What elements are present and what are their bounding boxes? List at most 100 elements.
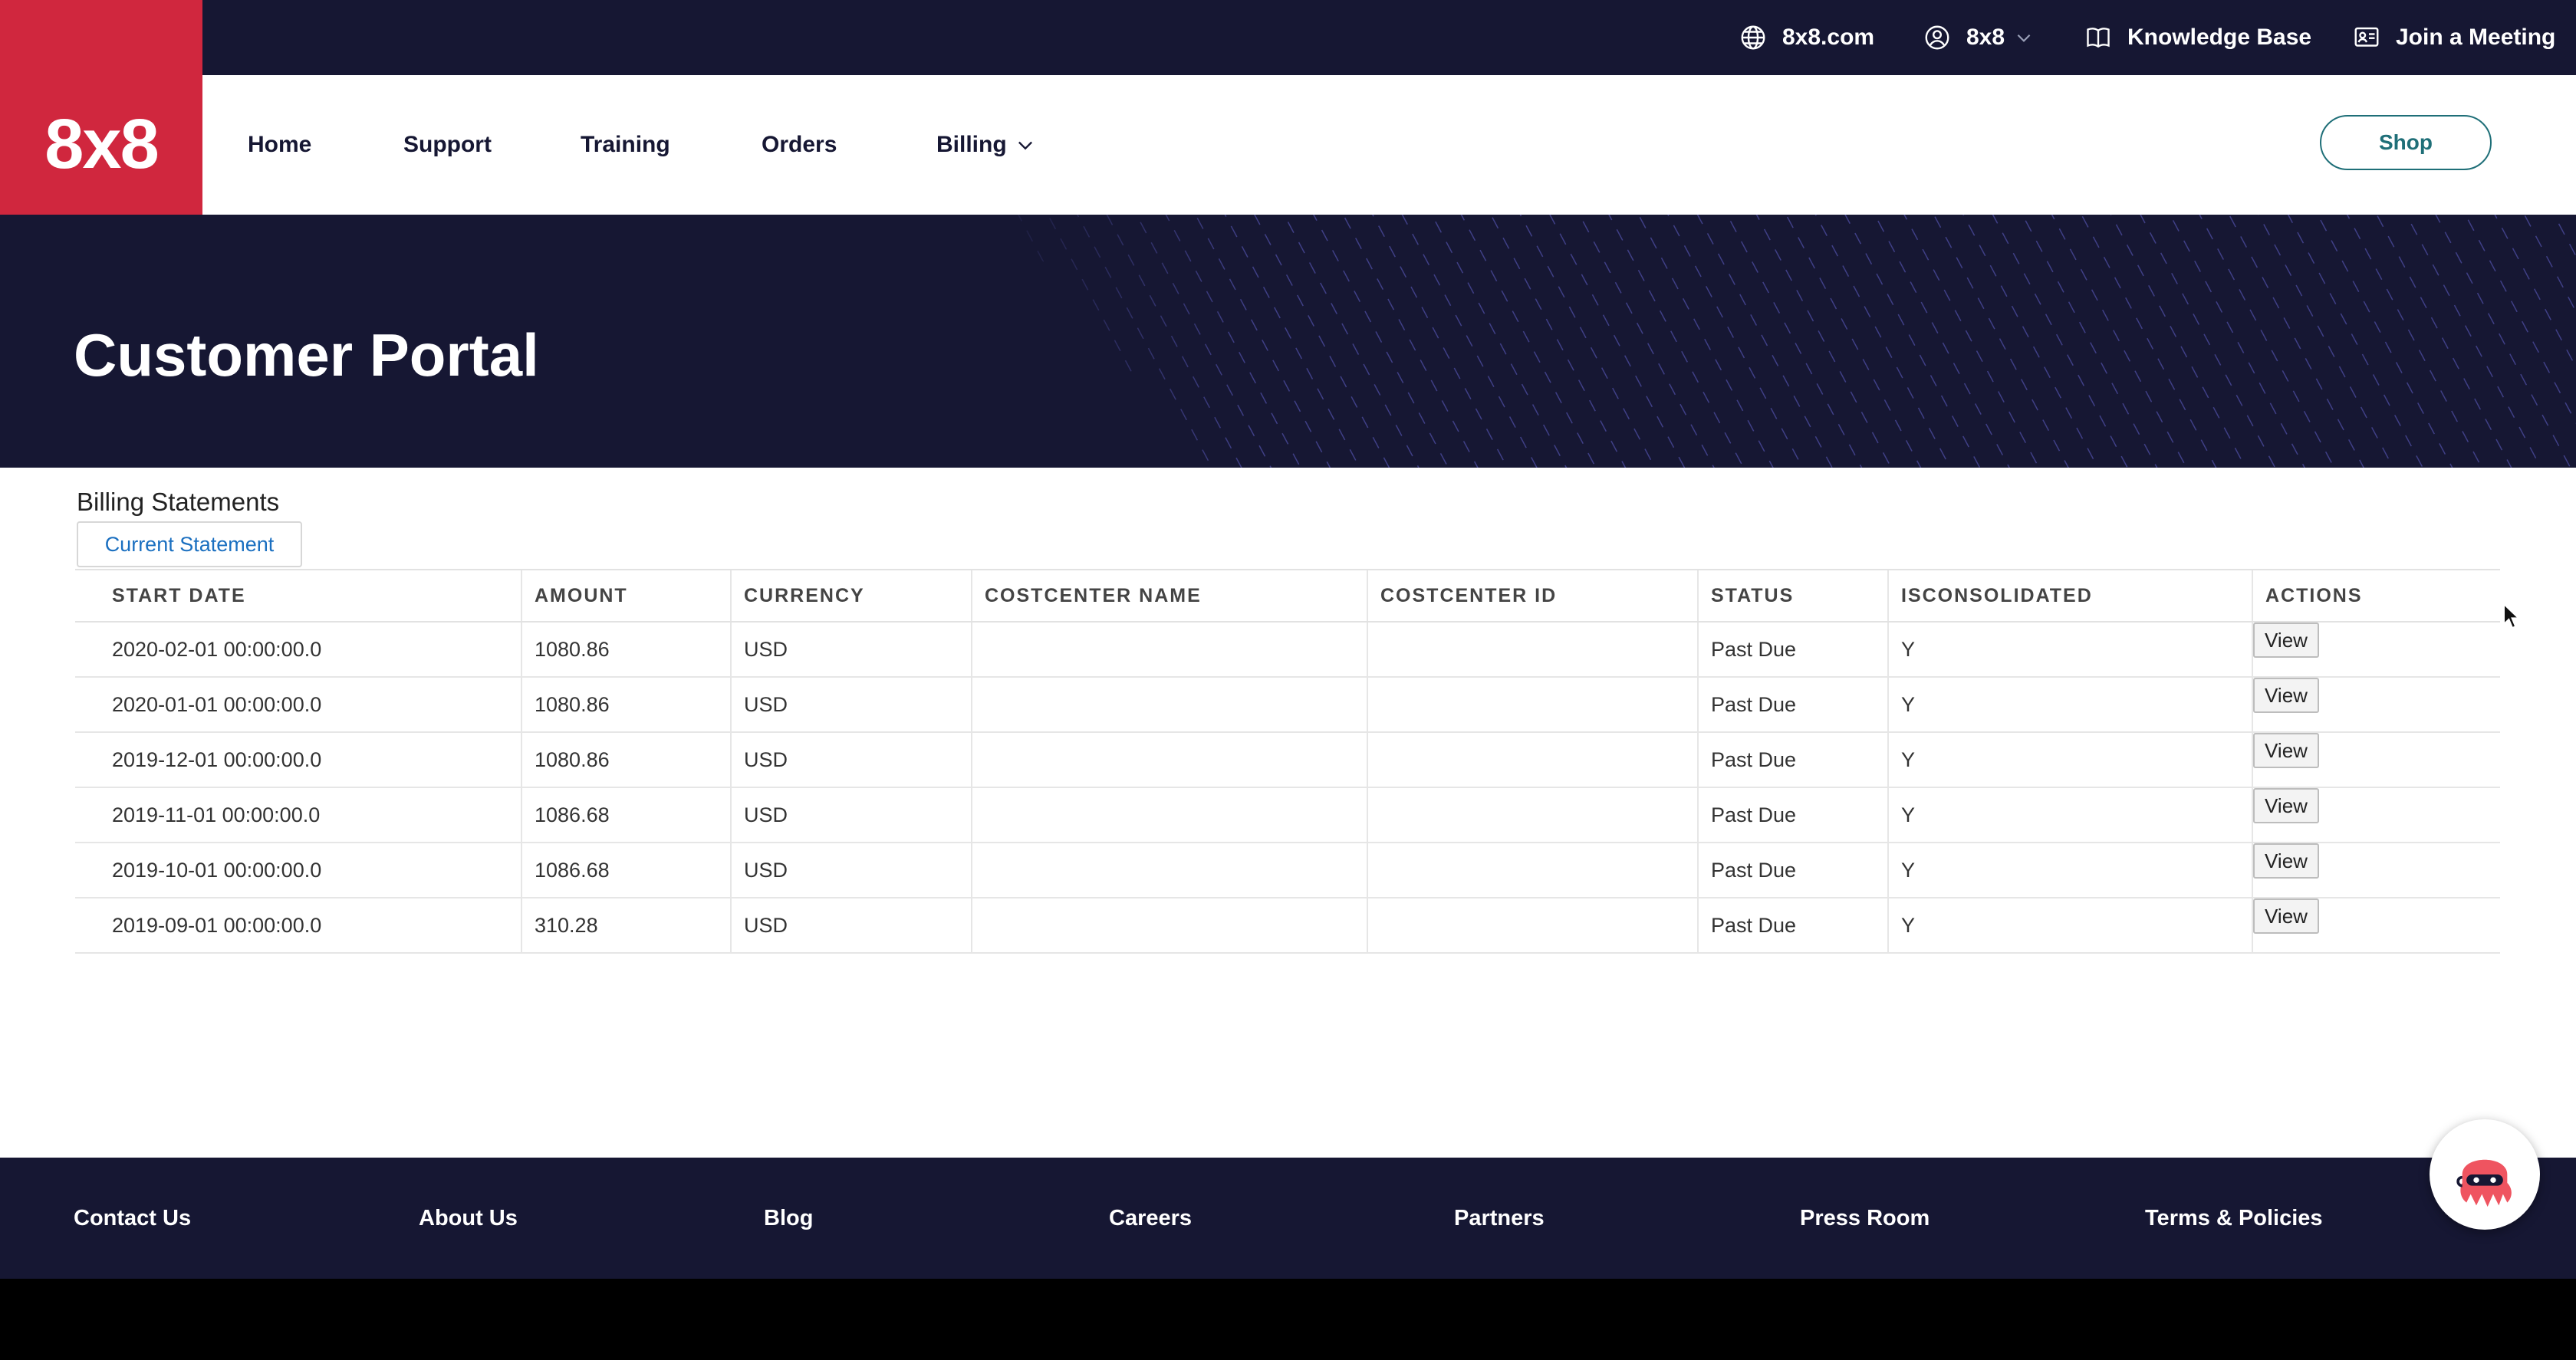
cell-actions: View <box>2252 622 2500 678</box>
column-header[interactable]: START DATE <box>75 569 521 623</box>
cell-actions: View <box>2252 843 2500 898</box>
util-account-menu[interactable]: 8x8 <box>1923 0 2034 75</box>
view-button[interactable]: View <box>2253 733 2319 768</box>
current-statement-tab[interactable]: Current Statement <box>77 521 302 567</box>
cell-costcenter-id <box>1367 843 1698 898</box>
cell-costcenter-id <box>1367 787 1698 843</box>
section-title: Billing Statements <box>77 488 280 516</box>
cell-costcenter-name <box>971 677 1367 733</box>
shop-button[interactable]: Shop <box>2320 115 2492 170</box>
util-link-knowledge-base[interactable]: Knowledge Base <box>2084 0 2311 75</box>
column-header[interactable]: COSTCENTER NAME <box>971 569 1367 623</box>
user-icon <box>1925 25 1949 50</box>
footer-link-press-room[interactable]: Press Room <box>1800 1158 1930 1279</box>
screen-bottom-area <box>0 1279 2576 1360</box>
footer-link-terms-policies[interactable]: Terms & Policies <box>2145 1158 2323 1279</box>
cell-costcenter-name <box>971 622 1367 678</box>
cell-currency: USD <box>730 787 972 843</box>
brand-logo[interactable]: 8x8 <box>0 0 202 215</box>
main-navbar <box>0 75 2576 215</box>
cell-start-date: 2020-01-01 00:00:00.0 <box>75 677 521 733</box>
page-title: Customer Portal <box>74 321 539 389</box>
util-link-label: 8x8.com <box>1782 25 1875 50</box>
chat-assistant-button[interactable] <box>2430 1119 2540 1230</box>
cell-status: Past Due <box>1697 843 1888 898</box>
util-link-join-meeting[interactable]: Join a Meeting <box>2353 0 2555 75</box>
nav-label: Home <box>248 132 312 157</box>
nav-label: Support <box>403 132 492 157</box>
nav-label: Training <box>581 132 670 157</box>
column-header[interactable]: STATUS <box>1697 569 1888 623</box>
table-header-row: START DATE AMOUNT CURRENCY COSTCENTER NA… <box>75 569 2500 623</box>
nav-item-support[interactable]: Support <box>403 75 492 215</box>
cell-currency: USD <box>730 677 972 733</box>
cell-start-date: 2019-09-01 00:00:00.0 <box>75 898 521 954</box>
column-header[interactable]: COSTCENTER ID <box>1367 569 1698 623</box>
footer-link-contact-us[interactable]: Contact Us <box>74 1158 191 1279</box>
cell-isconsolidated: Y <box>1887 677 2252 733</box>
cell-costcenter-id <box>1367 732 1698 788</box>
footer-link-careers[interactable]: Careers <box>1109 1158 1192 1279</box>
cell-costcenter-id <box>1367 622 1698 678</box>
util-link-8x8com[interactable]: 8x8.com <box>1739 0 1874 75</box>
hero-dash-pattern <box>959 215 2576 468</box>
hero-banner: Customer Portal <box>0 215 2576 468</box>
cell-costcenter-name <box>971 843 1367 898</box>
cell-amount: 1086.68 <box>521 787 731 843</box>
column-header[interactable]: ISCONSOLIDATED <box>1887 569 2252 623</box>
cell-isconsolidated: Y <box>1887 787 2252 843</box>
meeting-icon <box>2354 27 2379 47</box>
table-row: 2020-02-01 00:00:00.0 1080.86 USD Past D… <box>75 622 2500 678</box>
cell-currency: USD <box>730 622 972 678</box>
column-header: ACTIONS <box>2252 569 2500 623</box>
cell-costcenter-name <box>971 787 1367 843</box>
cell-actions: View <box>2252 898 2500 954</box>
cell-status: Past Due <box>1697 677 1888 733</box>
cell-isconsolidated: Y <box>1887 843 2252 898</box>
util-account-label: 8x8 <box>1966 25 2005 50</box>
column-header[interactable]: AMOUNT <box>521 569 731 623</box>
table-row: 2020-01-01 00:00:00.0 1080.86 USD Past D… <box>75 677 2500 733</box>
cell-start-date: 2020-02-01 00:00:00.0 <box>75 622 521 678</box>
table-row: 2019-09-01 00:00:00.0 310.28 USD Past Du… <box>75 898 2500 954</box>
view-button[interactable]: View <box>2253 843 2319 879</box>
nav-item-billing[interactable]: Billing <box>936 75 1036 215</box>
chat-assistant-icon <box>2456 1159 2512 1207</box>
cell-costcenter-id <box>1367 898 1698 954</box>
cell-costcenter-id <box>1367 677 1698 733</box>
cell-amount: 1080.86 <box>521 622 731 678</box>
nav-label: Billing <box>936 132 1007 157</box>
cell-actions: View <box>2252 787 2500 843</box>
view-button[interactable]: View <box>2253 898 2319 934</box>
nav-item-home[interactable]: Home <box>248 75 311 215</box>
cell-amount: 1080.86 <box>521 732 731 788</box>
view-button[interactable]: View <box>2253 678 2319 713</box>
cell-costcenter-name <box>971 898 1367 954</box>
footer-link-blog[interactable]: Blog <box>764 1158 813 1279</box>
cell-amount: 310.28 <box>521 898 731 954</box>
cell-status: Past Due <box>1697 622 1888 678</box>
cell-currency: USD <box>730 898 972 954</box>
nav-label: Orders <box>762 132 837 157</box>
view-button[interactable]: View <box>2253 788 2319 823</box>
util-link-label: Knowledge Base <box>2127 25 2312 50</box>
billing-statements-table: START DATE AMOUNT CURRENCY COSTCENTER NA… <box>75 569 2500 954</box>
nav-item-training[interactable]: Training <box>581 75 670 215</box>
cell-status: Past Due <box>1697 732 1888 788</box>
cell-amount: 1080.86 <box>521 677 731 733</box>
table-row: 2019-12-01 00:00:00.0 1080.86 USD Past D… <box>75 732 2500 788</box>
nav-item-orders[interactable]: Orders <box>762 75 837 215</box>
footer-link-partners[interactable]: Partners <box>1454 1158 1545 1279</box>
cell-isconsolidated: Y <box>1887 622 2252 678</box>
cell-start-date: 2019-12-01 00:00:00.0 <box>75 732 521 788</box>
view-button[interactable]: View <box>2253 623 2319 658</box>
cell-amount: 1086.68 <box>521 843 731 898</box>
cell-actions: View <box>2252 677 2500 733</box>
table-row: 2019-11-01 00:00:00.0 1086.68 USD Past D… <box>75 787 2500 843</box>
cell-actions: View <box>2252 732 2500 788</box>
footer-link-about-us[interactable]: About Us <box>419 1158 518 1279</box>
chevron-down-icon <box>1018 141 1032 150</box>
cell-isconsolidated: Y <box>1887 732 2252 788</box>
cell-start-date: 2019-11-01 00:00:00.0 <box>75 787 521 843</box>
column-header[interactable]: CURRENCY <box>730 569 972 623</box>
